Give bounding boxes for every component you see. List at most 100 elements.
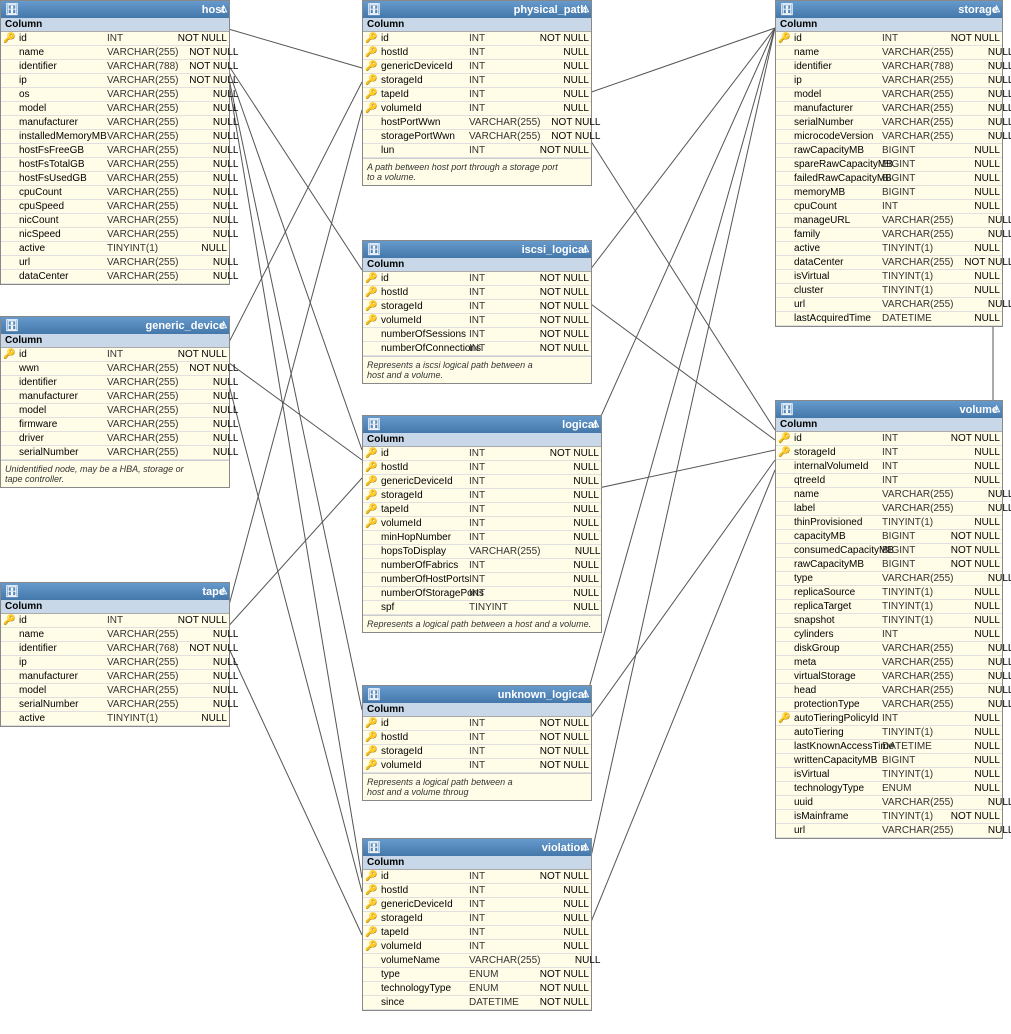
table-volume-icon: 🗄 <box>780 403 794 416</box>
table-row: 🔑idINTNOT NULL <box>1 348 229 362</box>
table-violation-header: 🗄 violation △ <box>363 839 591 856</box>
fk-icon: 🔑 <box>365 287 379 298</box>
table-violation-icon: 🗄 <box>367 841 381 854</box>
storage-col-header: Column <box>776 18 1002 32</box>
table-tape: 🗄 tape △ Column 🔑idINTNOT NULL nameVARCH… <box>0 582 230 727</box>
volume-resize[interactable]: △ <box>993 403 1000 414</box>
table-row: 🔑volumeIdINTNULL <box>363 517 601 531</box>
table-row: thinProvisionedTINYINT(1)NULL <box>776 516 1002 530</box>
table-row: typeVARCHAR(255)NULL <box>776 572 1002 586</box>
logical-resize[interactable]: △ <box>592 418 599 429</box>
pk-icon: 🔑 <box>365 718 379 729</box>
iscsi-logical-resize[interactable]: △ <box>582 243 589 254</box>
table-row: autoTieringTINYINT(1)NULL <box>776 726 1002 740</box>
table-unknown-logical-header: 🗄 unknown_logical △ <box>363 686 591 703</box>
unknown-logical-resize[interactable]: △ <box>582 688 589 699</box>
table-row: numberOfSessionsINTNOT NULL <box>363 328 591 342</box>
table-row: 🔑tapeIdINTNULL <box>363 503 601 517</box>
storage-resize[interactable]: △ <box>993 3 1000 14</box>
table-row: consumedCapacityMBBIGINTNOT NULL <box>776 544 1002 558</box>
table-row: 🔑idINTNOT NULL <box>363 870 591 884</box>
unknown-logical-note: Represents a logical path between ahost … <box>363 773 591 800</box>
volume-col-header: Column <box>776 418 1002 432</box>
table-volume: 🗄 volume △ Column 🔑idINTNOT NULL 🔑storag… <box>775 400 1003 839</box>
iscsi-logical-note: Represents a iscsi logical path between … <box>363 356 591 383</box>
table-row: urlVARCHAR(255)NULL <box>1 256 229 270</box>
table-generic-device-title: generic_device <box>146 320 226 332</box>
fk-icon: 🔑 <box>365 103 379 114</box>
fk-icon: 🔑 <box>778 447 792 458</box>
table-storage-icon: 🗄 <box>780 3 794 16</box>
table-row: urlVARCHAR(255)NULL <box>776 824 1002 838</box>
pk-icon: 🔑 <box>365 273 379 284</box>
generic-device-col-header: Column <box>1 334 229 348</box>
fk-icon: 🔑 <box>365 47 379 58</box>
table-row: manageURLVARCHAR(255)NULL <box>776 214 1002 228</box>
table-physical-path-title: physical_path <box>514 4 587 16</box>
table-row: isVirtualTINYINT(1)NULL <box>776 270 1002 284</box>
fk-icon: 🔑 <box>365 61 379 72</box>
table-row: identifierVARCHAR(788)NOT NULL <box>1 60 229 74</box>
table-row: 🔑genericDeviceIdINTNULL <box>363 475 601 489</box>
diagram-container: 🗄 host △ Column 🔑 id INT NOT NULL nameVA… <box>0 0 1011 1034</box>
fk-icon: 🔑 <box>365 89 379 100</box>
table-host: 🗄 host △ Column 🔑 id INT NOT NULL nameVA… <box>0 0 230 285</box>
generic-device-resize[interactable]: △ <box>220 319 227 330</box>
table-row: sinceDATETIMENOT NULL <box>363 996 591 1010</box>
table-row: 🔑storageIdINTNULL <box>363 489 601 503</box>
host-resize[interactable]: △ <box>220 3 227 14</box>
table-iscsi-logical: 🗄 iscsi_logical △ Column 🔑idINTNOT NULL … <box>362 240 592 384</box>
table-row: metaVARCHAR(255)NULL <box>776 656 1002 670</box>
table-row: 🔑idINTNOT NULL <box>776 32 1002 46</box>
table-tape-header: 🗄 tape △ <box>1 583 229 600</box>
pk-icon: 🔑 <box>365 33 379 44</box>
table-row: 🔑idINTNOT NULL <box>363 447 601 461</box>
table-row: serialNumberVARCHAR(255)NULL <box>1 698 229 712</box>
table-row: internalVolumeIdINTNULL <box>776 460 1002 474</box>
table-row: protectionTypeVARCHAR(255)NULL <box>776 698 1002 712</box>
table-row: familyVARCHAR(255)NULL <box>776 228 1002 242</box>
logical-note: Represents a logical path between a host… <box>363 615 601 632</box>
table-row: technologyTypeENUMNULL <box>776 782 1002 796</box>
table-row: clusterTINYINT(1)NULL <box>776 284 1002 298</box>
table-unknown-logical: 🗄 unknown_logical △ Column 🔑idINTNOT NUL… <box>362 685 592 801</box>
table-row: typeENUMNOT NULL <box>363 968 591 982</box>
iscsi-logical-col-header: Column <box>363 258 591 272</box>
table-row: spfTINYINTNULL <box>363 601 601 615</box>
table-row: nameVARCHAR(255)NULL <box>1 628 229 642</box>
table-row: ipVARCHAR(255)NULL <box>776 74 1002 88</box>
table-row: modelVARCHAR(255)NULL <box>1 684 229 698</box>
table-row: 🔑storageIdINTNULL <box>776 446 1002 460</box>
pk-icon: 🔑 <box>778 33 792 44</box>
table-row: labelVARCHAR(255)NULL <box>776 502 1002 516</box>
table-row: isMainframeTINYINT(1)NOT NULL <box>776 810 1002 824</box>
table-volume-header: 🗄 volume △ <box>776 401 1002 418</box>
table-row: modelVARCHAR(255)NULL <box>776 88 1002 102</box>
table-row: hostFsFreeGBVARCHAR(255)NULL <box>1 144 229 158</box>
physical-path-resize[interactable]: △ <box>582 3 589 14</box>
table-row: 🔑hostIdINTNULL <box>363 46 591 60</box>
table-row: urlVARCHAR(255)NULL <box>776 298 1002 312</box>
table-row: osVARCHAR(255)NULL <box>1 88 229 102</box>
fk-icon: 🔑 <box>365 913 379 924</box>
table-row: 🔑genericDeviceIdINTNULL <box>363 898 591 912</box>
table-row: identifierVARCHAR(788)NULL <box>776 60 1002 74</box>
table-row: lastAcquiredTimeDATETIMENULL <box>776 312 1002 326</box>
table-row: rawCapacityMBBIGINTNULL <box>776 144 1002 158</box>
table-row: 🔑tapeIdINTNULL <box>363 926 591 940</box>
violation-resize[interactable]: △ <box>582 841 589 852</box>
table-row: hopsToDisplayVARCHAR(255)NULL <box>363 545 601 559</box>
table-row: modelVARCHAR(255)NULL <box>1 102 229 116</box>
table-violation-title: violation <box>542 842 587 854</box>
tape-resize[interactable]: △ <box>220 585 227 596</box>
tape-col-header: Column <box>1 600 229 614</box>
table-row: activeTINYINT(1)NULL <box>776 242 1002 256</box>
table-physical-path-icon: 🗄 <box>367 3 381 16</box>
table-generic-device: 🗄 generic_device △ Column 🔑idINTNOT NULL… <box>0 316 230 488</box>
generic-device-note: Unidentified node, may be a HBA, storage… <box>1 460 229 487</box>
pk-icon: 🔑 <box>3 33 17 44</box>
table-row: replicaTargetTINYINT(1)NULL <box>776 600 1002 614</box>
table-logical-icon: 🗄 <box>367 418 381 431</box>
table-row: 🔑hostIdINTNOT NULL <box>363 731 591 745</box>
table-row: storagePortWwnVARCHAR(255)NOT NULL <box>363 130 591 144</box>
